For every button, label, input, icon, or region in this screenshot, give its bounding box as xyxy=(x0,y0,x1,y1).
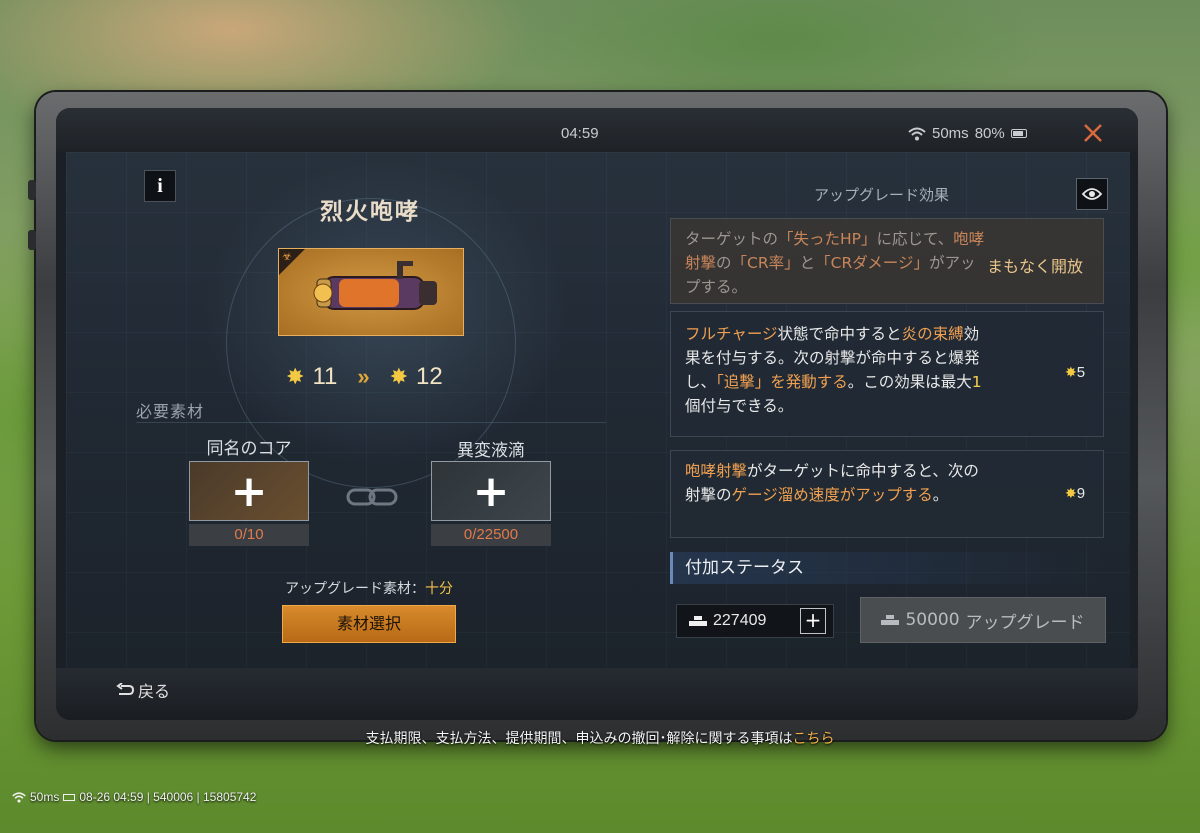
star-icon: ✸ xyxy=(389,364,409,389)
close-icon xyxy=(1084,124,1102,142)
effect-item-3[interactable]: 咆哮射撃がターゲットに命中すると、次の射撃のゲージ溜め速度がアップする。 ✸9 xyxy=(670,450,1104,538)
network-status: 50ms 80% xyxy=(908,125,1027,142)
upgrade-cost: 50000 xyxy=(905,610,960,630)
battery-icon xyxy=(63,793,76,801)
divider xyxy=(136,422,606,423)
status-info: 08-26 04:59 | 540006 | 15805742 xyxy=(79,790,257,804)
battery-icon xyxy=(1010,129,1027,138)
back-label: 戻る xyxy=(138,682,171,701)
ping-value: 50ms xyxy=(932,125,969,142)
liquid-slot[interactable]: + xyxy=(431,461,551,521)
upgrade-material-value: 十分 xyxy=(425,581,453,597)
link-icon xyxy=(346,488,398,506)
wifi-icon xyxy=(908,127,926,140)
liquid-label: 異変液滴 xyxy=(457,441,525,461)
eye-button[interactable] xyxy=(1076,178,1108,210)
back-arrow-icon xyxy=(116,683,134,695)
gold-icon xyxy=(881,615,900,625)
star-level-current: 11 xyxy=(312,363,338,390)
effect-requirement: ✸5 xyxy=(1065,364,1086,381)
clock: 04:59 xyxy=(561,125,599,142)
upgrade-material-status: アップグレード素材：十分 xyxy=(244,578,494,598)
effect-item-1[interactable]: ターゲットの「失ったHP」に応じて、咆哮射撃の「CR率」と「CRダメージ」がアッ… xyxy=(670,218,1104,304)
extra-status-header: 付加ステータス xyxy=(670,552,1104,584)
upgrade-material-label: アップグレード素材： xyxy=(285,581,425,597)
legal-text: 支払期限、支払方法、提供期間、申込みの撤回･解除に関する事項は xyxy=(365,731,793,747)
currency-amount: 227409 xyxy=(713,612,767,629)
status-ping: 50ms xyxy=(30,790,60,804)
legal-notice: 支払期限、支払方法、提供期間、申込みの撤回･解除に関する事項はこちら xyxy=(0,728,1200,748)
star-icon: ✸ xyxy=(1065,485,1077,501)
effect-description: フルチャージ状態で命中すると炎の束縛効果を付与する。次の射撃が命中すると爆発し、… xyxy=(685,325,982,415)
frame-knob xyxy=(28,230,36,250)
effect-item-2[interactable]: フルチャージ状態で命中すると炎の束縛効果を付与する。次の射撃が命中すると爆発し、… xyxy=(670,311,1104,437)
liquid-count: 0/22500 xyxy=(431,524,551,546)
battery-value: 80% xyxy=(974,125,1005,142)
materials-title: 必要素材 xyxy=(136,402,205,421)
frame-knob xyxy=(28,180,36,200)
bottom-bar xyxy=(56,668,1138,720)
star-upgrade: ✸ 11 » ✸ 12 xyxy=(286,363,443,391)
upgrade-window: 04:59 50ms 80% i 烈火咆哮 ☣ ✸ 11 » ✸ 12 必要素材… xyxy=(56,108,1138,720)
effect-description: 咆哮射撃がターゲットに命中すると、次の射撃のゲージ溜め速度がアップする。 xyxy=(685,462,979,504)
add-currency-button[interactable]: + xyxy=(800,608,826,634)
weapon-card[interactable]: ☣ xyxy=(278,248,464,336)
core-count: 0/10 xyxy=(189,524,309,546)
upgrade-button[interactable]: 50000 アップグレード xyxy=(860,597,1106,643)
effect-header: アップグレード効果 xyxy=(814,186,950,204)
core-label: 同名のコア xyxy=(206,439,292,459)
chevron-right-icon: » xyxy=(357,364,370,389)
plus-icon: + xyxy=(804,608,822,632)
effect-status: まもなく開放 xyxy=(987,257,1084,276)
star-level-next: 12 xyxy=(416,363,443,390)
system-status-bar: 50ms 08-26 04:59 | 540006 | 15805742 xyxy=(12,790,256,804)
wifi-icon xyxy=(12,791,26,803)
legal-link[interactable]: こちら xyxy=(793,731,835,747)
weapon-name: 烈火咆哮 xyxy=(320,199,420,225)
star-icon: ✸ xyxy=(286,364,305,389)
back-button[interactable]: 戻る xyxy=(116,678,170,702)
plus-icon: + xyxy=(472,465,510,517)
info-icon: i xyxy=(157,175,163,197)
close-button[interactable] xyxy=(1082,122,1104,144)
eye-icon xyxy=(1082,188,1102,200)
select-material-button[interactable]: 素材選択 xyxy=(282,605,456,643)
effect-description: ターゲットの「失ったHP」に応じて、咆哮射撃の「CR率」と「CRダメージ」がアッ… xyxy=(685,230,985,296)
plus-icon: + xyxy=(230,465,268,517)
weapon-image xyxy=(313,261,437,310)
star-icon: ✸ xyxy=(1065,364,1077,380)
info-button[interactable]: i xyxy=(144,170,176,202)
effect-requirement: ✸9 xyxy=(1065,485,1086,502)
gold-icon xyxy=(689,616,707,626)
upgrade-label: アップグレード xyxy=(965,612,1085,633)
core-slot[interactable]: + xyxy=(189,461,309,521)
